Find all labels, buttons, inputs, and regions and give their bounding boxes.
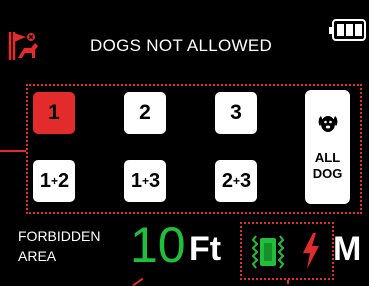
forbidden-area-line1: FORBIDDEN	[18, 228, 101, 244]
combo-a: 1	[130, 169, 142, 192]
combo-plus: +	[141, 174, 149, 188]
forbidden-area-label: FORBIDDEN AREA	[18, 226, 100, 266]
channel-1-2-button[interactable]: 1 +2	[33, 160, 75, 202]
forbidden-distance-value[interactable]: 10	[130, 216, 186, 274]
channel-1-label: 1	[48, 101, 60, 124]
stimulation-level-value[interactable]: M	[333, 226, 361, 272]
forbidden-area-line2: AREA	[18, 248, 57, 264]
combo-a: 2	[221, 169, 233, 192]
distance-unit: Ft	[189, 230, 222, 268]
channel-2-label: 2	[139, 101, 151, 124]
frame-leader-line	[0, 150, 26, 152]
all-dog-label-line2: DOG	[312, 166, 343, 181]
all-dog-button[interactable]: ALL DOG	[305, 90, 350, 204]
channel-3-label: 3	[230, 101, 242, 124]
level-leader-line	[287, 280, 289, 284]
no-dog-flag-icon	[8, 32, 38, 60]
channel-1-3-button[interactable]: 1 +3	[124, 160, 166, 202]
combo-b: 2	[58, 169, 69, 192]
lightning-bolt-icon	[303, 233, 319, 269]
combo-plus: +	[232, 174, 240, 188]
vibration-icon	[251, 235, 285, 269]
page-title: DOGS NOT ALLOWED	[90, 36, 273, 55]
channel-1-button[interactable]: 1	[33, 92, 75, 134]
channel-2-3-button[interactable]: 2 +3	[215, 160, 257, 202]
combo-plus: +	[50, 174, 58, 188]
all-dog-label-line1: ALL	[314, 150, 341, 165]
dog-face-icon	[318, 116, 337, 132]
channel-3-button[interactable]: 3	[215, 92, 257, 134]
combo-b: 3	[149, 169, 160, 192]
combo-b: 3	[240, 169, 251, 192]
channel-2-button[interactable]: 2	[124, 92, 166, 134]
distance-leader-line	[132, 277, 144, 286]
combo-a: 1	[39, 169, 51, 192]
battery-full-icon	[329, 19, 366, 41]
